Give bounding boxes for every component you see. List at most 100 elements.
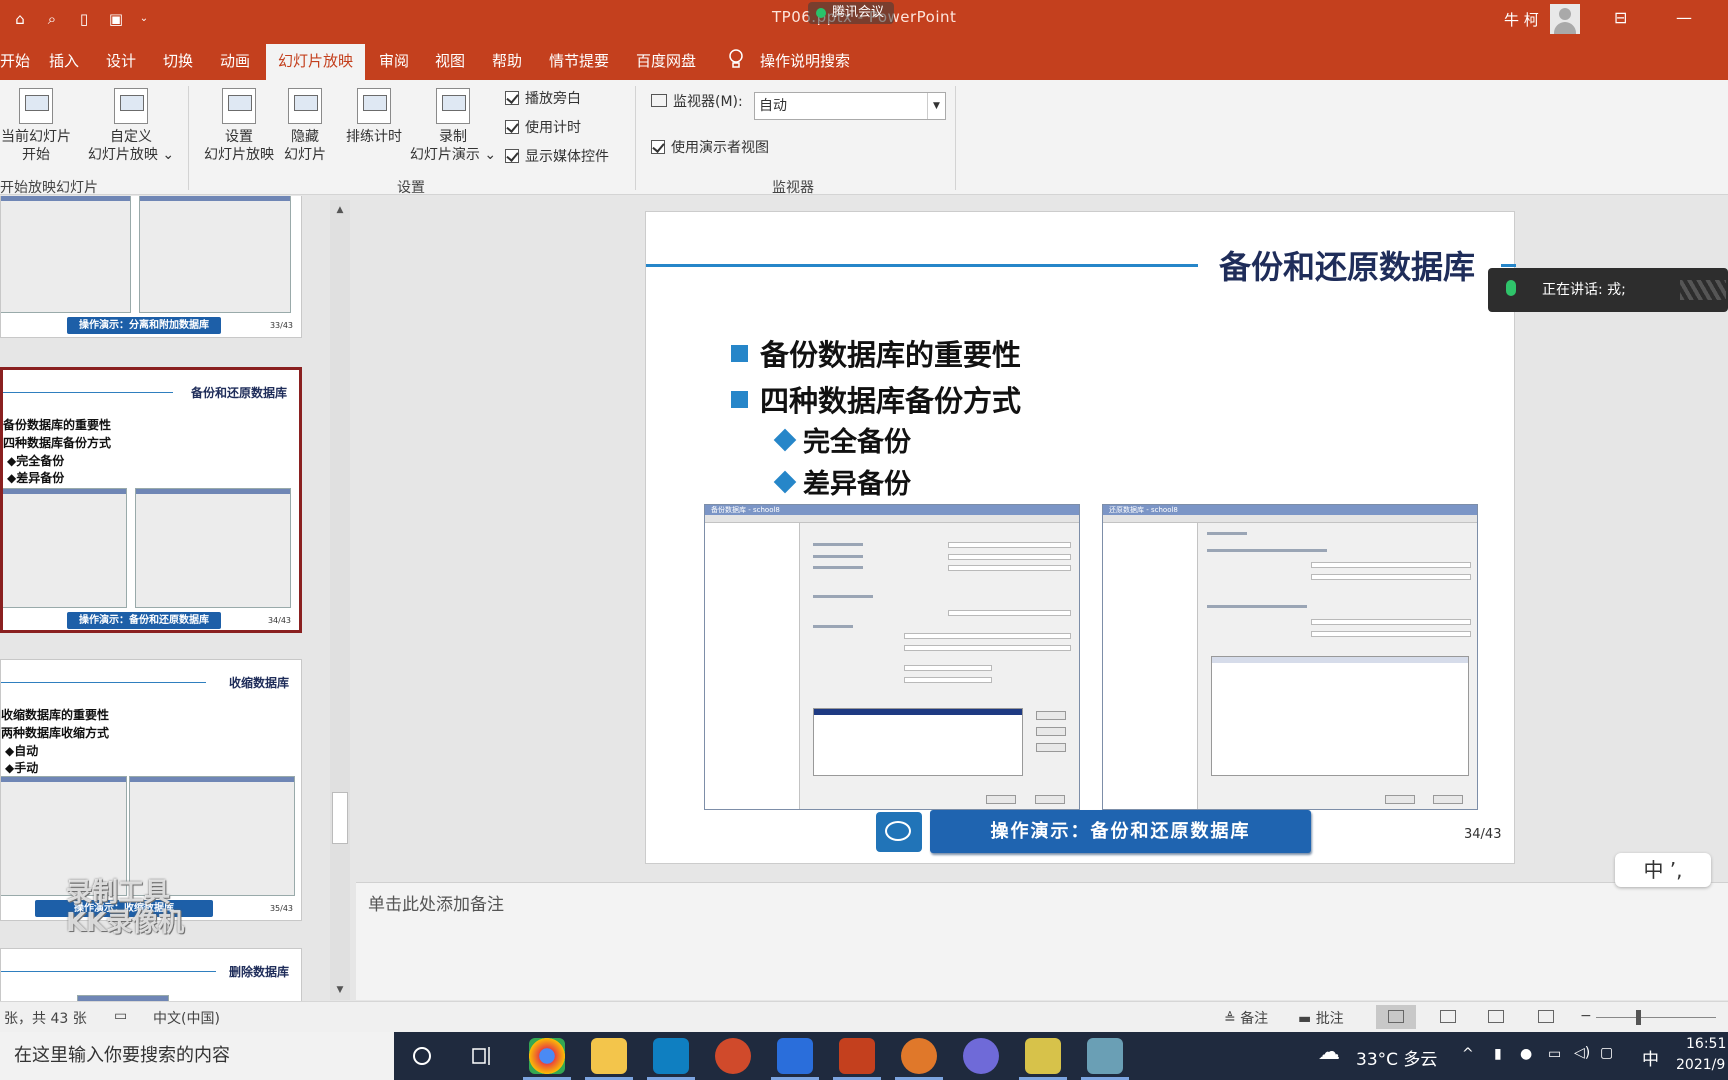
record-slideshow-button[interactable]: 录制 幻灯片演示 ⌄ xyxy=(408,88,498,164)
battery-icon[interactable]: ▭ xyxy=(1548,1046,1561,1062)
chrome-icon[interactable] xyxy=(523,1038,571,1080)
zoom-slider[interactable] xyxy=(1596,1017,1716,1018)
slideshow-view-button[interactable] xyxy=(1526,1005,1566,1029)
setup-slideshow-button[interactable]: 设置 幻灯片放映 xyxy=(199,88,279,164)
restore-dialog-screenshot[interactable]: 还原数据库 - school8 xyxy=(1102,504,1478,810)
ime-indicator[interactable]: 中 ’, xyxy=(1615,853,1711,887)
slide-thumbnail-33[interactable]: 操作演示：分离和附加数据库 33/43 xyxy=(0,196,302,338)
slide-sub-bullet[interactable]: 差异备份 xyxy=(773,462,911,501)
zoom-slider-thumb[interactable] xyxy=(1636,1010,1641,1025)
clock-time[interactable]: 16:51 xyxy=(1686,1036,1726,1052)
from-current-slide-button[interactable]: 当前幻灯片 开始 xyxy=(0,88,76,164)
ribbon-tabs: 开始 插入 设计 切换 动画 幻灯片放映 审阅 视图 帮助 情节提要 百度网盘 … xyxy=(0,38,1728,80)
network-icon[interactable]: ▢ xyxy=(1600,1045,1613,1061)
tab-transitions[interactable]: 切换 xyxy=(163,50,193,71)
clock-date[interactable]: 2021/9 xyxy=(1676,1057,1725,1073)
mini-list xyxy=(1211,656,1469,776)
task-view-icon[interactable] xyxy=(472,1046,494,1066)
normal-view-button[interactable] xyxy=(1376,1005,1416,1029)
kk-recorder-icon[interactable] xyxy=(895,1038,943,1080)
meeting-badge[interactable]: 腾讯会议 xyxy=(808,2,895,24)
tab-design[interactable]: 设计 xyxy=(106,50,136,71)
slide-thumbnail-36[interactable]: 删除数据库 xyxy=(0,948,302,1001)
paint-icon[interactable] xyxy=(1081,1038,1129,1080)
ime-tray[interactable]: 中 xyxy=(1642,1045,1659,1070)
mini-text-line xyxy=(1207,549,1327,552)
slide-sorter-button[interactable] xyxy=(1428,1005,1468,1029)
taskbar-search[interactable]: 在这里输入你要搜索的内容 xyxy=(0,1032,394,1080)
tab-storyboard[interactable]: 情节提要 xyxy=(549,50,609,71)
button-label: 隐藏 xyxy=(291,129,319,145)
mini-field xyxy=(948,542,1071,548)
file-explorer-icon[interactable] xyxy=(585,1038,633,1080)
notes-pane[interactable]: 单击此处添加备注 xyxy=(356,882,1728,1000)
watermark-line: 录制工具 xyxy=(66,878,171,908)
tab-view[interactable]: 视图 xyxy=(435,50,465,71)
comments-button[interactable]: ▬ 批注 xyxy=(1298,1008,1344,1028)
tab-slideshow[interactable]: 幻灯片放映 xyxy=(266,44,366,80)
accessibility-icon[interactable]: ▭ xyxy=(114,1008,127,1024)
language[interactable]: 中文(中国) xyxy=(153,1008,220,1028)
slide-thumbnail-34[interactable]: 备份和还原数据库 备份数据库的重要性 四种数据库备份方式 ◆完全备份 ◆差异备份… xyxy=(0,367,302,633)
use-timings-checkbox[interactable]: 使用计时 xyxy=(505,117,581,137)
slideshow-icon[interactable]: ⌂ xyxy=(10,9,30,29)
tab-animations[interactable]: 动画 xyxy=(220,50,250,71)
tools-icon[interactable] xyxy=(1019,1038,1067,1080)
vmware-icon[interactable] xyxy=(647,1038,695,1080)
thumb-screenshot xyxy=(135,488,291,608)
play-narrations-checkbox[interactable]: 播放旁白 xyxy=(505,88,581,108)
monitor-select[interactable]: 自动 ▼ xyxy=(754,92,946,120)
customize-icon[interactable]: ⌄ xyxy=(134,9,154,29)
save-icon[interactable]: ▣ xyxy=(106,9,126,29)
microphone-tray-icon[interactable]: ▮ xyxy=(1494,1046,1502,1062)
weather-text[interactable]: 33°C 多云 xyxy=(1356,1045,1437,1070)
tencent-meeting-icon[interactable] xyxy=(771,1038,819,1080)
thumb-rule xyxy=(3,392,173,393)
preview-icon[interactable]: ⌕ xyxy=(42,9,62,29)
cortana-icon[interactable] xyxy=(412,1046,432,1066)
checkbox-checked-icon xyxy=(651,140,665,154)
scroll-up-icon[interactable]: ▲ xyxy=(330,200,350,220)
rehearse-timings-button[interactable]: 排练计时 xyxy=(341,88,407,146)
bullet-text: 四种数据库备份方式 xyxy=(760,384,1022,418)
presenter-view-checkbox[interactable]: 使用演示者视图 xyxy=(651,137,769,157)
slide-title[interactable]: 备份和还原数据库 xyxy=(1219,242,1475,288)
thumbnail-scrollbar[interactable]: ▲ ▼ xyxy=(330,200,350,1000)
new-icon[interactable]: ▯ xyxy=(74,9,94,29)
slide-canvas[interactable]: 备份和还原数据库 备份数据库的重要性 四种数据库备份方式 完全备份 差异备份 备… xyxy=(645,211,1516,864)
browser-planet-icon[interactable] xyxy=(963,1038,999,1074)
ribbon-display-icon[interactable]: ⊟ xyxy=(1614,8,1627,27)
speaking-text: 正在讲话: 戎; xyxy=(1542,282,1626,298)
title-rule xyxy=(1501,264,1516,267)
tab-insert[interactable]: 插入 xyxy=(49,50,79,71)
tab-baidu-netdisk[interactable]: 百度网盘 xyxy=(636,50,696,71)
chevron-up-icon[interactable]: ^ xyxy=(1462,1046,1474,1062)
slide-sub-bullet[interactable]: 完全备份 xyxy=(773,420,911,459)
demo-banner[interactable]: 操作演示：备份和还原数据库 xyxy=(930,810,1311,853)
avatar[interactable] xyxy=(1550,4,1580,34)
zoom-out-icon[interactable]: − xyxy=(1580,1008,1592,1024)
show-media-controls-checkbox[interactable]: 显示媒体控件 xyxy=(505,146,609,166)
scrollbar-thumb[interactable] xyxy=(332,792,348,844)
chevron-down-icon[interactable]: ▼ xyxy=(927,93,945,119)
tab-help[interactable]: 帮助 xyxy=(492,50,522,71)
minimize-icon[interactable]: — xyxy=(1676,8,1692,27)
tell-me-search[interactable]: 操作说明搜索 xyxy=(760,50,850,71)
notes-button[interactable]: ≜ 备注 xyxy=(1224,1008,1268,1028)
volume-icon[interactable]: ◁) xyxy=(1574,1045,1590,1061)
scroll-down-icon[interactable]: ▼ xyxy=(330,980,350,1000)
user-name[interactable]: 牛 柯 xyxy=(1504,9,1539,30)
backup-dialog-screenshot[interactable]: 备份数据库 - school8 xyxy=(704,504,1080,810)
custom-show-button[interactable]: 自定义 幻灯片放映 ⌄ xyxy=(86,88,176,164)
thumb-sub-bullet: ◆完全备份 xyxy=(7,454,65,468)
hide-slide-button[interactable]: 隐藏 幻灯片 xyxy=(283,88,327,164)
slide-bullet[interactable]: 备份数据库的重要性 xyxy=(731,332,1021,374)
powerpoint-icon[interactable] xyxy=(833,1038,881,1080)
notes-placeholder[interactable]: 单击此处添加备注 xyxy=(368,890,504,915)
slide-bullet[interactable]: 四种数据库备份方式 xyxy=(731,378,1021,420)
tab-home[interactable]: 开始 xyxy=(0,50,30,71)
tab-review[interactable]: 审阅 xyxy=(379,50,409,71)
app-swirl-icon[interactable] xyxy=(715,1038,751,1074)
qq-icon[interactable]: ● xyxy=(1520,1046,1532,1062)
reading-view-button[interactable] xyxy=(1476,1005,1516,1029)
